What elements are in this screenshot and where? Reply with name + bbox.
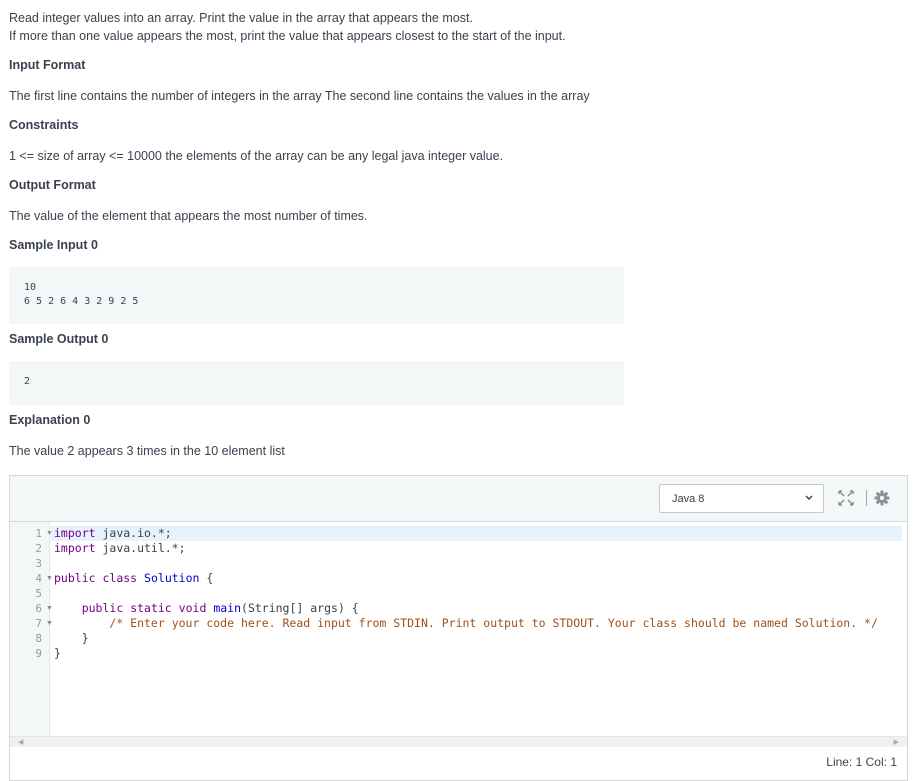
line-number: 9 [35, 647, 42, 660]
problem-intro-line2: If more than one value appears the most,… [9, 29, 566, 43]
toolbar-divider [866, 490, 867, 506]
line-number: 6 [35, 602, 42, 615]
code-text: java.io.*; [95, 526, 172, 540]
code-class-name: Solution [144, 571, 200, 585]
constraints-text: 1 <= size of array <= 10000 the elements… [9, 149, 504, 163]
code-keyword: void [178, 601, 207, 615]
horizontal-scrollbar[interactable]: ◀ ▶ [10, 736, 907, 747]
code-editor: Java 8 1 2 3 4 5 6 7 8 9 ▼ ▼ ▼ ▼ import … [9, 475, 908, 781]
problem-intro-line1: Read integer values into an array. Print… [9, 11, 473, 25]
code-keyword: public [54, 571, 96, 585]
editor-toolbar: Java 8 [10, 476, 907, 522]
sample-output-block: 2 [9, 361, 624, 405]
sample-input-block: 10 6 5 2 6 4 3 2 9 2 5 [9, 267, 624, 324]
code-line-4: public class Solution { [54, 571, 213, 586]
sample-input-heading: Sample Input 0 [9, 238, 98, 252]
constraints-heading: Constraints [9, 118, 79, 132]
line-number: 5 [35, 587, 42, 600]
code-line-2: import java.util.*; [54, 541, 186, 556]
code-line-6: public static void main(String[] args) { [54, 601, 359, 616]
fold-arrow-icon[interactable]: ▼ [46, 601, 53, 616]
code-keyword: public [81, 601, 124, 615]
code-keyword: class [102, 571, 138, 585]
code-keyword: import [54, 541, 96, 555]
code-keyword: import [54, 526, 96, 540]
explanation-heading: Explanation 0 [9, 413, 91, 427]
fold-arrow-icon[interactable]: ▼ [46, 526, 53, 541]
line-number: 4 [35, 572, 42, 585]
output-format-heading: Output Format [9, 178, 96, 192]
line-number: 3 [35, 557, 42, 570]
line-number: 8 [35, 632, 42, 645]
code-text: java.util.*; [95, 541, 186, 555]
line-number: 1 [35, 527, 42, 540]
gear-icon[interactable] [874, 490, 890, 506]
input-format-heading: Input Format [9, 58, 86, 72]
sample-input-line1: 10 [24, 282, 37, 293]
code-line-9: } [54, 646, 61, 660]
code-text: { [199, 571, 214, 585]
code-line-1: import java.io.*; [54, 526, 172, 541]
code-text: (String[] args) { [241, 601, 359, 615]
code-keyword: static [130, 601, 172, 615]
explanation-text: The value 2 appears 3 times in the 10 el… [9, 444, 285, 458]
fold-arrow-icon[interactable]: ▼ [46, 616, 53, 631]
sample-output-line1: 2 [24, 376, 31, 387]
scroll-right-icon[interactable]: ▶ [894, 738, 899, 746]
line-number: 2 [35, 542, 42, 555]
fold-arrow-icon[interactable]: ▼ [46, 571, 53, 586]
code-area[interactable]: 1 2 3 4 5 6 7 8 9 ▼ ▼ ▼ ▼ import java.io… [10, 522, 907, 736]
code-method-name: main [213, 601, 242, 615]
scroll-left-icon[interactable]: ◀ [18, 738, 23, 746]
code-line-8: } [54, 631, 89, 645]
sample-input-line2: 6 5 2 6 4 3 2 9 2 5 [24, 296, 139, 307]
line-number: 7 [35, 617, 42, 630]
code-line-7: /* Enter your code here. Read input from… [54, 616, 878, 631]
expand-icon[interactable] [838, 490, 854, 506]
cursor-position-status: Line: 1 Col: 1 [826, 755, 897, 769]
code-comment: /* Enter your code here. Read input from… [109, 616, 878, 630]
language-select-value: Java 8 [672, 493, 705, 505]
active-line-highlight [51, 526, 902, 541]
language-select[interactable]: Java 8 [659, 484, 824, 513]
output-format-text: The value of the element that appears th… [9, 209, 368, 223]
chevron-down-icon [805, 495, 813, 501]
input-format-text: The first line contains the number of in… [9, 89, 590, 103]
sample-output-heading: Sample Output 0 [9, 332, 109, 346]
